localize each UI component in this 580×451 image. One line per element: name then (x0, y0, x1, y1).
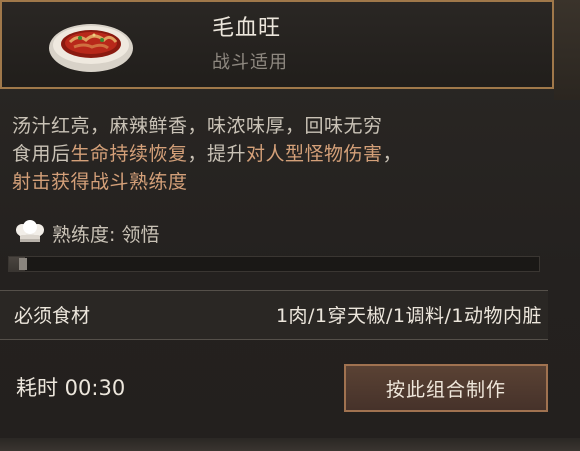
chef-hat-icon (16, 220, 44, 242)
ingredients-value: 1肉/1穿天椒/1调料/1动物内脏 (275, 305, 542, 327)
proficiency-bar-marker (19, 258, 27, 270)
proficiency-row: 熟练度: 领悟 (12, 218, 159, 248)
dish-image (49, 24, 133, 72)
effect-regen: 生命持续恢复 (70, 143, 188, 165)
ingredients-row: 必须食材 1肉/1穿天椒/1调料/1动物内脏 (0, 290, 548, 340)
dish-name: 毛血旺 (212, 16, 282, 41)
description-text: ，提升 (187, 143, 247, 165)
recipe-panel: 毛血旺 战斗适用 汤汁红亮，麻辣鲜香，味浓味厚，回味无穷 食用后生命持续恢复，提… (0, 0, 580, 451)
bottom-strip (0, 438, 580, 451)
description-text: ， (382, 143, 403, 165)
ingredients-label: 必须食材 (14, 305, 91, 327)
dish-usage: 战斗适用 (212, 52, 288, 73)
description-line-2: 食用后生命持续恢复，提升对人型怪物伤害， (12, 140, 572, 168)
header-edge-shade (554, 0, 580, 100)
effect-proficiency: 射击获得战斗熟练度 (12, 171, 188, 193)
proficiency-label: 熟练度: 领悟 (52, 223, 160, 246)
description-text: 食用后 (12, 143, 71, 165)
proficiency-bar (8, 256, 540, 272)
craft-button[interactable]: 按此组合制作 (344, 364, 548, 412)
cook-time: 耗时 00:30 (16, 376, 126, 400)
dish-description: 汤汁红亮，麻辣鲜香，味浓味厚，回味无穷 食用后生命持续恢复，提升对人型怪物伤害，… (12, 112, 572, 196)
description-line-1: 汤汁红亮，麻辣鲜香，味浓味厚，回味无穷 (12, 115, 383, 137)
dish-header: 毛血旺 战斗适用 (0, 0, 554, 89)
effect-damage: 对人型怪物伤害 (246, 143, 383, 165)
